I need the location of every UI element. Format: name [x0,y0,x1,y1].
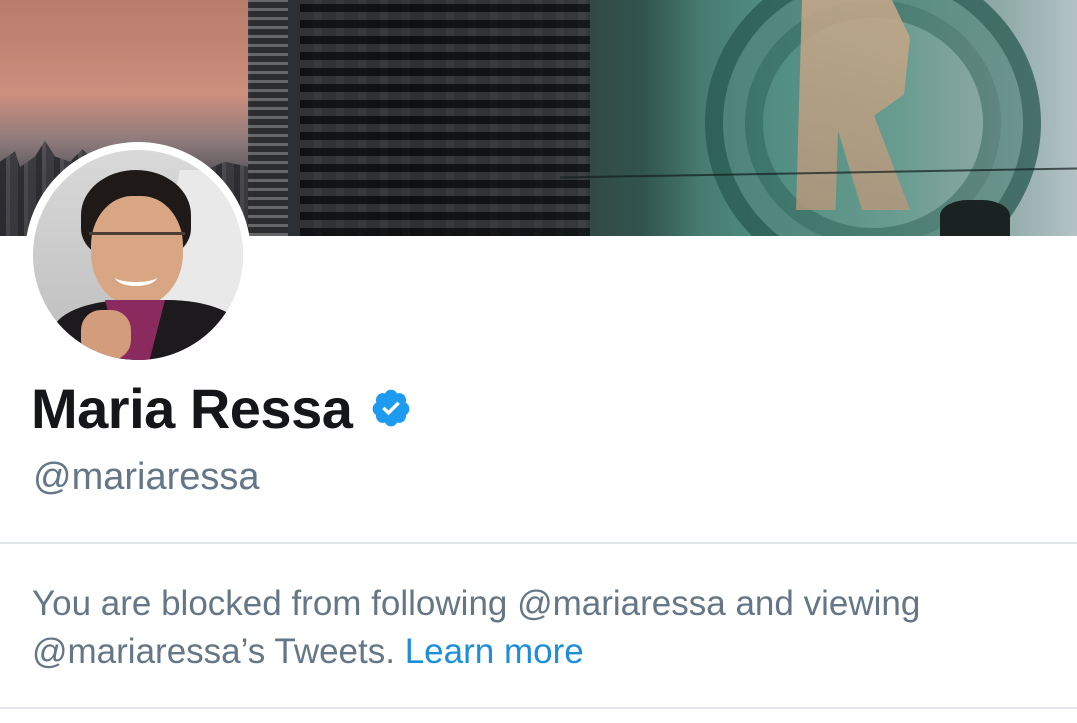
avatar[interactable] [25,142,251,368]
banner-building-left [248,0,288,236]
profile-handle: @mariaressa [33,456,260,498]
banner-silhouette [940,200,1010,236]
blocked-notice: You are blocked from following @mariares… [32,580,1042,676]
learn-more-link[interactable]: Learn more [405,632,584,671]
banner-building [300,0,590,236]
avatar-hand [81,310,131,360]
profile-name-row: Maria Ressa [31,376,412,440]
avatar-smile [115,268,157,286]
divider-bottom [0,707,1077,709]
avatar-glasses [89,232,185,255]
divider [0,542,1077,544]
avatar-photo [33,150,243,360]
verified-badge-icon [372,389,410,427]
display-name: Maria Ressa [31,376,353,440]
